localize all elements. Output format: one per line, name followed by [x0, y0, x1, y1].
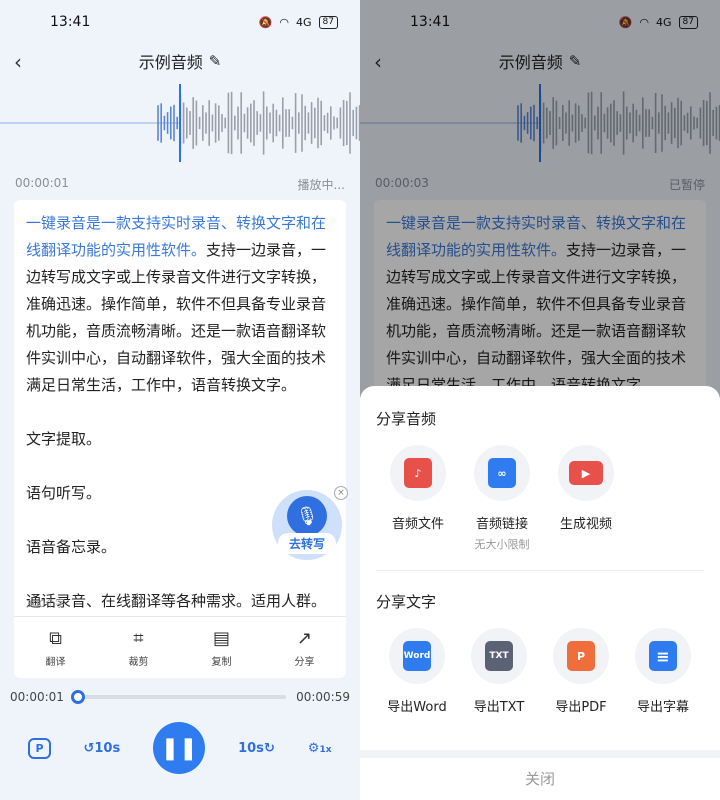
word-icon: Word — [403, 641, 431, 671]
back-button[interactable]: ‹ — [14, 50, 22, 74]
rewind-button[interactable]: ↺10s — [83, 741, 120, 756]
transcript-rest[interactable]: 支持一边录音，一边转写成文字或上传录音文件进行文字转换，准确迅速。操作简单，软件… — [26, 241, 326, 394]
signal-label: 4G — [296, 15, 312, 29]
forward-button[interactable]: 10s↻ — [238, 741, 275, 756]
export-subtitle[interactable]: ≡ 导出字幕 — [622, 628, 704, 715]
share-audio-title: 分享音频 — [376, 410, 437, 428]
share-video[interactable]: ▶ 生成视频 — [544, 445, 628, 552]
pdf-icon: P — [567, 641, 595, 671]
share-audio-grid: ♪ 音频文件 ∞ 音频链接 无大小限制 ▶ 生成视频 — [376, 445, 704, 552]
translate-icon: ⧉ — [49, 627, 62, 649]
export-pdf[interactable]: P 导出PDF — [540, 628, 622, 715]
copy-icon: ▤ — [212, 627, 230, 649]
txt-icon: TXT — [485, 641, 513, 671]
link-icon: ∞ — [488, 458, 516, 488]
share-sheet: 分享音频 ♪ 音频文件 ∞ 音频链接 无大小限制 ▶ 生成视频 分享文字 Wor… — [360, 386, 720, 800]
transcript-p2[interactable]: 文字提取。 — [26, 426, 334, 453]
settings-button[interactable]: ⚙1x — [308, 741, 332, 756]
waveform[interactable] — [0, 84, 360, 162]
progress-knob[interactable] — [70, 690, 85, 704]
export-txt[interactable]: TXT 导出TXT — [458, 628, 540, 715]
transcript-p5[interactable]: 通话录音、在线翻译等各种需求。适用人群。商 — [26, 588, 334, 616]
share-text-grid: Word 导出Word TXT 导出TXT P 导出PDF ≡ 导出字幕 — [376, 628, 704, 715]
tool-crop[interactable]: ⌗ 裁剪 — [129, 628, 149, 668]
convert-button[interactable]: × 🎙 去转写 — [272, 486, 348, 560]
tool-share[interactable]: ↗ 分享 — [295, 628, 315, 668]
pause-button[interactable]: ❚❚ — [153, 722, 206, 774]
progress-row: 00:00:01 00:00:59 — [10, 690, 350, 704]
edit-icon[interactable]: ✎ — [209, 52, 222, 70]
speed-badge: 1x — [319, 744, 332, 755]
tool-copy[interactable]: ▤ 复制 — [212, 628, 232, 668]
char-count: 300个字 — [26, 599, 66, 610]
export-word[interactable]: Word 导出Word — [376, 628, 458, 715]
mic-icon: 🎙 — [287, 496, 327, 536]
share-icon: ↗ — [296, 627, 313, 649]
app-screen: 13:41 🔕 ◠ 4G 87 ‹ 示例音频 ✎ 00:00:01 播放中...… — [0, 0, 720, 800]
player-panel: 13:41 🔕 ◠ 4G 87 ‹ 示例音频 ✎ 00:00:01 播放中...… — [0, 0, 360, 800]
battery-icon: 87 — [318, 15, 338, 29]
share-audio-link[interactable]: ∞ 音频链接 无大小限制 — [460, 445, 544, 552]
page-title: 示例音频 — [138, 53, 203, 72]
share-text-title: 分享文字 — [376, 593, 437, 611]
progress-start: 00:00:01 — [10, 690, 64, 704]
progress-slider[interactable] — [70, 690, 287, 704]
progress-end: 00:00:59 — [296, 690, 350, 704]
nav-header: ‹ 示例音频 ✎ — [0, 44, 360, 78]
player-controls: P ↺10s ❚❚ 10s↻ ⚙1x — [0, 722, 360, 774]
transcript-text: 一键录音是一款支持实时录音、转换文字和在线翻译功能的实用性软件。支持一边录音，一… — [26, 210, 334, 616]
toolbar: ⧉ 翻译 ⌗ 裁剪 ▤ 复制 ↗ 分享 — [14, 616, 346, 678]
status-time: 13:41 — [50, 14, 91, 30]
play-state: 播放中... — [297, 178, 345, 192]
tool-translate[interactable]: ⧉ 翻译 — [46, 628, 66, 668]
close-button[interactable]: 关闭 — [360, 750, 720, 800]
status-bar: 13:41 🔕 ◠ 4G 87 — [0, 0, 360, 44]
crop-icon: ⌗ — [133, 627, 144, 649]
share-panel: 13:41 🔕 ◠ 4G 87 ‹ 示例音频 ✎ 00:00:03 已暂停 一键… — [360, 0, 720, 800]
mute-icon: 🔕 — [258, 15, 273, 29]
close-icon[interactable]: × — [334, 486, 348, 500]
subtitle-icon: ≡ — [649, 641, 677, 671]
current-time: 00:00:01 — [15, 176, 69, 190]
share-audio-file[interactable]: ♪ 音频文件 — [376, 445, 460, 552]
convert-label: 去转写 — [278, 533, 336, 554]
wifi-icon: ◠ — [279, 15, 290, 29]
transcript-icon[interactable]: P — [28, 737, 51, 759]
video-icon: ▶ — [569, 461, 603, 485]
audio-file-icon: ♪ — [404, 458, 432, 488]
